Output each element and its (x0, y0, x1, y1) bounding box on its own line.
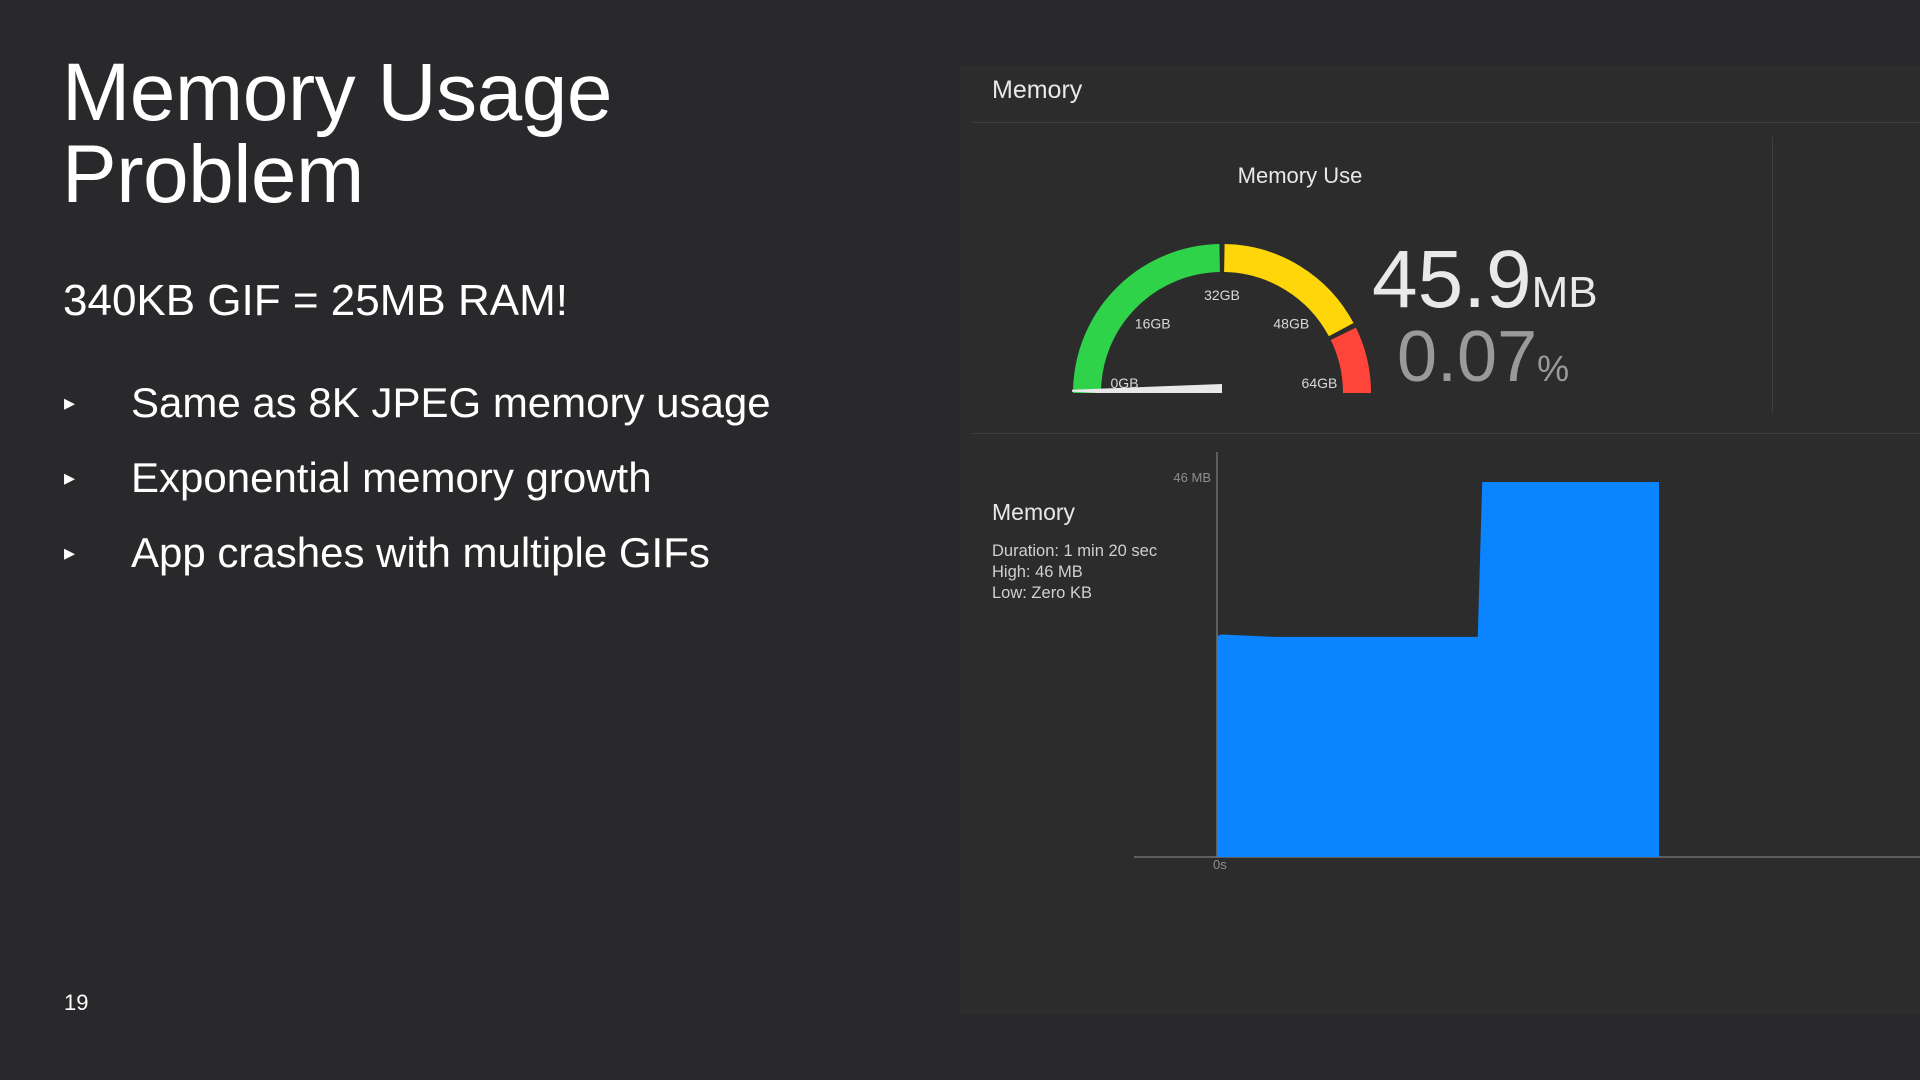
memory-value-readout: 45.9MB (1372, 235, 1598, 325)
triangle-bullet-icon: ▸ (64, 389, 76, 415)
gauge-tick-label: 64GB (1302, 375, 1338, 391)
slide-title: Memory Usage Problem (62, 52, 612, 216)
triangle-bullet-icon: ▸ (64, 539, 76, 565)
bullet-text: Exponential memory growth (131, 453, 652, 501)
gauge-section: Memory Use 0GB 16GB 32GB 48GB 64GB 45.9M… (972, 123, 1920, 434)
gauge-tick-label: 32GB (1204, 287, 1240, 303)
gauge-heading: Memory Use (1237, 163, 1363, 188)
bullet-list: ▸ Same as 8K JPEG memory usage ▸ Exponen… (64, 365, 771, 590)
page-number: 19 (64, 990, 89, 1015)
panel-title: Memory (992, 76, 1083, 104)
y-axis-max-label: 46 MB (1173, 470, 1211, 485)
bullet-item: ▸ Same as 8K JPEG memory usage (64, 365, 771, 440)
memory-graph: 46 MB 0s (1134, 452, 1920, 872)
bullet-item: ▸ Exponential memory growth (64, 440, 771, 515)
gauge-tick-label: 16GB (1135, 316, 1171, 332)
bullet-text: App crashes with multiple GIFs (131, 528, 710, 576)
memory-percent-readout: 0.07% (1397, 317, 1569, 397)
triangle-bullet-icon: ▸ (64, 464, 76, 490)
slide-title-line-1: Memory Usage (62, 47, 612, 138)
memory-value: 45.9 (1372, 234, 1532, 325)
gauge-divider (1772, 137, 1773, 413)
gauge-tick-label: 48GB (1273, 316, 1309, 332)
gauge-tick-label: 0GB (1111, 375, 1139, 391)
bullet-text: Same as 8K JPEG memory usage (131, 378, 771, 426)
memory-graph-section: Memory Duration: 1 min 20 sec High: 46 M… (972, 434, 1920, 1014)
gauge-arc-red (1330, 327, 1371, 393)
panel-header: Memory (972, 66, 1920, 123)
slide-subtitle: 340KB GIF = 25MB RAM! (63, 276, 568, 325)
memory-percent-unit: % (1537, 348, 1570, 389)
slide-title-line-2: Problem (62, 129, 364, 220)
x-axis-start-label: 0s (1213, 857, 1227, 872)
memory-unit: MB (1531, 268, 1598, 317)
bullet-item: ▸ App crashes with multiple GIFs (64, 515, 771, 590)
memory-area-series (1217, 482, 1659, 857)
memory-panel: Memory Memory Use 0GB 16GB 32GB 48GB 64G… (960, 66, 1920, 1014)
memory-percent: 0.07 (1397, 317, 1538, 397)
